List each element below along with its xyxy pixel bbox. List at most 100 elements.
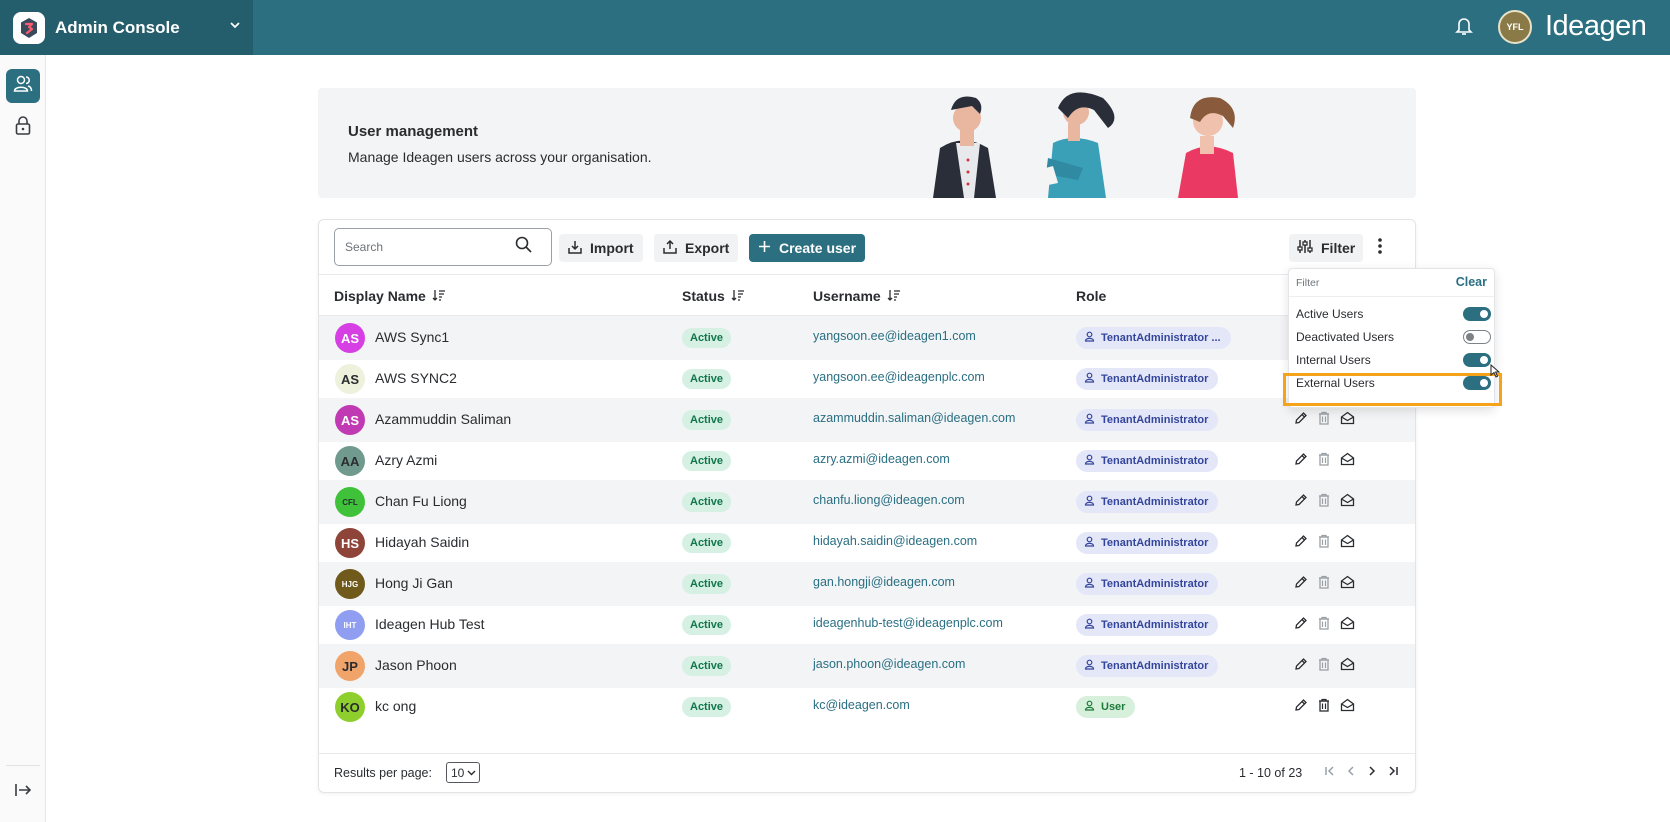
sidebar <box>0 55 46 822</box>
user-display-name: AWS SYNC2 <box>375 370 457 386</box>
search-icon[interactable] <box>515 236 532 258</box>
search-box[interactable] <box>334 228 552 266</box>
sidebar-item-security[interactable] <box>6 111 40 145</box>
role-label: TenantAdministrator <box>1101 537 1209 549</box>
column-username[interactable]: Username <box>813 288 901 304</box>
ideagen-app-icon <box>13 11 45 44</box>
search-input[interactable] <box>345 240 515 254</box>
edit-icon[interactable] <box>1294 534 1308 553</box>
row-actions <box>1294 616 1355 635</box>
mail-icon[interactable] <box>1340 452 1355 471</box>
create-user-button[interactable]: Create user <box>749 234 866 262</box>
more-options-icon[interactable] <box>1377 236 1383 261</box>
pagination-controls <box>1324 764 1399 782</box>
plus-icon <box>758 240 771 256</box>
delete-icon[interactable] <box>1317 616 1331 635</box>
page-banner: User management Manage Ideagen users acr… <box>318 88 1416 198</box>
sort-icon[interactable] <box>432 288 446 304</box>
table-row[interactable]: HS Hidayah Saidin Active hidayah.saidin@… <box>319 521 1415 565</box>
user-username: kc@ideagen.com <box>813 698 910 712</box>
toggle-knob <box>1480 310 1488 318</box>
clear-filters-button[interactable]: Clear <box>1456 275 1487 289</box>
delete-icon[interactable] <box>1317 411 1331 430</box>
filter-dropdown-header: Filter Clear <box>1289 269 1494 297</box>
sort-icon[interactable] <box>887 288 901 304</box>
column-display-name[interactable]: Display Name <box>334 288 446 304</box>
role-badge: TenantAdministrator <box>1076 614 1219 636</box>
mail-icon[interactable] <box>1340 411 1355 430</box>
delete-icon[interactable] <box>1317 452 1331 471</box>
export-button[interactable]: Export <box>654 234 739 262</box>
table-header: Display Name Status Username Role <box>319 274 1415 316</box>
role-badge: TenantAdministrator <box>1076 573 1219 595</box>
sidebar-item-users[interactable] <box>6 69 40 103</box>
table-row[interactable]: KO kc ong Active kc@ideagen.com User <box>319 685 1415 729</box>
delete-icon[interactable] <box>1317 534 1331 553</box>
table-row[interactable]: CFL Chan Fu Liong Active chanfu.liong@id… <box>319 480 1415 524</box>
edit-icon[interactable] <box>1294 493 1308 512</box>
user-icon <box>1084 618 1095 632</box>
column-status[interactable]: Status <box>682 288 745 304</box>
status-badge: Active <box>682 574 732 594</box>
filter-toggle[interactable] <box>1463 353 1491 367</box>
last-page-icon[interactable] <box>1387 764 1399 782</box>
table-row[interactable]: HJG Hong Ji Gan Active gan.hongji@ideage… <box>319 562 1415 606</box>
mail-icon[interactable] <box>1340 575 1355 594</box>
edit-icon[interactable] <box>1294 452 1308 471</box>
column-role-label: Role <box>1076 288 1107 304</box>
edit-icon[interactable] <box>1294 575 1308 594</box>
bell-icon[interactable] <box>1455 16 1473 41</box>
import-button[interactable]: Import <box>559 234 643 262</box>
table-row[interactable]: JP Jason Phoon Active jason.phoon@ideage… <box>319 644 1415 688</box>
next-page-icon[interactable] <box>1366 764 1378 782</box>
table-row[interactable]: IHT Ideagen Hub Test Active ideagenhub-t… <box>319 603 1415 647</box>
role-label: TenantAdministrator ... <box>1101 332 1221 344</box>
user-display-name: Hong Ji Gan <box>375 575 453 591</box>
results-per-page-select[interactable]: 10 <box>446 762 480 783</box>
row-actions <box>1294 657 1355 676</box>
status-badge: Active <box>682 656 732 676</box>
toggle-knob <box>1480 356 1488 364</box>
filter-toggle[interactable] <box>1463 307 1491 321</box>
role-badge: TenantAdministrator ... <box>1076 327 1231 349</box>
filter-option-label: Internal Users <box>1296 353 1371 367</box>
filter-dropdown-label: Filter <box>1296 277 1320 289</box>
create-user-label: Create user <box>779 240 857 256</box>
previous-page-icon[interactable] <box>1345 764 1357 782</box>
role-badge: User <box>1076 696 1136 718</box>
mail-icon[interactable] <box>1340 534 1355 553</box>
table-row[interactable]: AS AWS SYNC2 Active yangsoon.ee@ideagenp… <box>319 357 1415 401</box>
first-page-icon[interactable] <box>1324 764 1336 782</box>
delete-icon[interactable] <box>1317 575 1331 594</box>
top-bar: Admin Console YFL Ideagen <box>0 0 1670 55</box>
edit-icon[interactable] <box>1294 411 1308 430</box>
table-row[interactable]: AA Azry Azmi Active azry.azmi@ideagen.co… <box>319 439 1415 483</box>
chevron-down-icon <box>467 766 476 780</box>
mail-icon[interactable] <box>1340 493 1355 512</box>
table-row[interactable]: AS AWS Sync1 Active yangsoon.ee@ideagen1… <box>319 316 1415 360</box>
mail-icon[interactable] <box>1340 698 1355 717</box>
mouse-cursor-icon <box>1490 363 1501 383</box>
delete-icon[interactable] <box>1317 657 1331 676</box>
user-username: hidayah.saidin@ideagen.com <box>813 534 978 548</box>
mail-icon[interactable] <box>1340 657 1355 676</box>
table-row[interactable]: AS Azammuddin Saliman Active azammuddin.… <box>319 398 1415 442</box>
app-title: Admin Console <box>55 17 180 37</box>
edit-icon[interactable] <box>1294 657 1308 676</box>
mail-icon[interactable] <box>1340 616 1355 635</box>
filter-button[interactable]: Filter <box>1289 234 1364 262</box>
delete-icon[interactable] <box>1317 698 1331 717</box>
filter-toggle[interactable] <box>1463 330 1491 344</box>
delete-icon[interactable] <box>1317 493 1331 512</box>
avatar: HS <box>335 528 365 558</box>
status-badge: Active <box>682 369 732 389</box>
user-icon <box>1084 454 1095 468</box>
sort-icon[interactable] <box>731 288 745 304</box>
user-avatar[interactable]: YFL <box>1498 10 1532 44</box>
edit-icon[interactable] <box>1294 698 1308 717</box>
collapse-sidebar-button[interactable] <box>6 775 40 809</box>
role-label: User <box>1101 701 1126 713</box>
user-display-name: Azammuddin Saliman <box>375 411 512 427</box>
app-switcher[interactable]: Admin Console <box>0 0 253 55</box>
edit-icon[interactable] <box>1294 616 1308 635</box>
